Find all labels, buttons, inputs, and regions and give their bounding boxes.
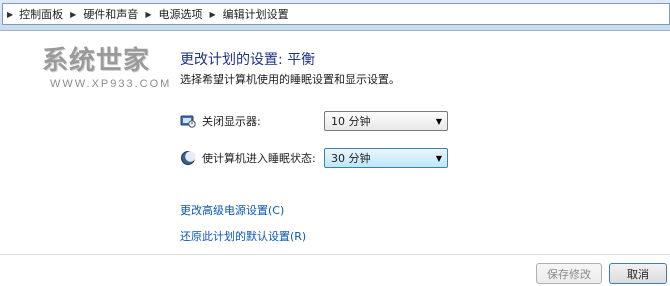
advanced-power-settings-link[interactable]: 更改高级电源设置(C) [180, 202, 284, 218]
sleep-value: 30 分钟 [331, 152, 371, 165]
breadcrumb-expand-icon[interactable]: ▶ [3, 10, 18, 19]
breadcrumb-item-control-panel[interactable]: 控制面板 [18, 6, 64, 22]
sleep-dropdown[interactable]: 30 分钟 ▼ [324, 148, 448, 168]
watermark-logo: 系统世家 WWW.XP933.COM [42, 40, 174, 98]
display-off-label: 关闭显示器: [202, 115, 261, 128]
moon-sleep-icon [180, 150, 196, 166]
sleep-setting-row: 使计算机进入睡眠状态: 30 分钟 ▼ [180, 147, 448, 169]
display-off-setting-row: 关闭显示器: 10 分钟 ▼ [180, 110, 448, 132]
monitor-power-icon [180, 113, 196, 129]
watermark-main-text: 系统世家 [42, 46, 151, 76]
save-changes-button[interactable]: 保存修改 [536, 263, 602, 284]
breadcrumb-item-hardware-sound[interactable]: 硬件和声音 [82, 6, 139, 22]
display-off-value: 10 分钟 [331, 115, 371, 128]
footer-divider [0, 254, 670, 255]
watermark-url-text: WWW.XP933.COM [50, 78, 172, 90]
address-bar: ▶ 控制面板 ▶ 硬件和声音 ▶ 电源选项 ▶ 编辑计划设置 [0, 0, 670, 31]
breadcrumb-chevron-icon[interactable]: ▶ [139, 10, 157, 19]
breadcrumb: ▶ 控制面板 ▶ 硬件和声音 ▶ 电源选项 ▶ 编辑计划设置 [2, 3, 670, 25]
page-title: 更改计划的设置: 平衡 [180, 52, 316, 68]
chevron-down-icon: ▼ [435, 116, 442, 126]
restore-defaults-link[interactable]: 还原此计划的默认设置(R) [180, 228, 306, 244]
cancel-button[interactable]: 取消 [609, 263, 667, 284]
breadcrumb-item-edit-plan[interactable]: 编辑计划设置 [222, 6, 290, 22]
breadcrumb-item-power-options[interactable]: 电源选项 [157, 6, 203, 22]
sleep-label: 使计算机进入睡眠状态: [202, 152, 316, 165]
chevron-down-icon: ▼ [435, 153, 442, 163]
breadcrumb-chevron-icon[interactable]: ▶ [203, 10, 221, 19]
page-subtitle: 选择希望计算机使用的睡眠设置和显示设置。 [180, 73, 400, 86]
display-off-dropdown[interactable]: 10 分钟 ▼ [324, 111, 448, 131]
breadcrumb-chevron-icon[interactable]: ▶ [64, 10, 82, 19]
